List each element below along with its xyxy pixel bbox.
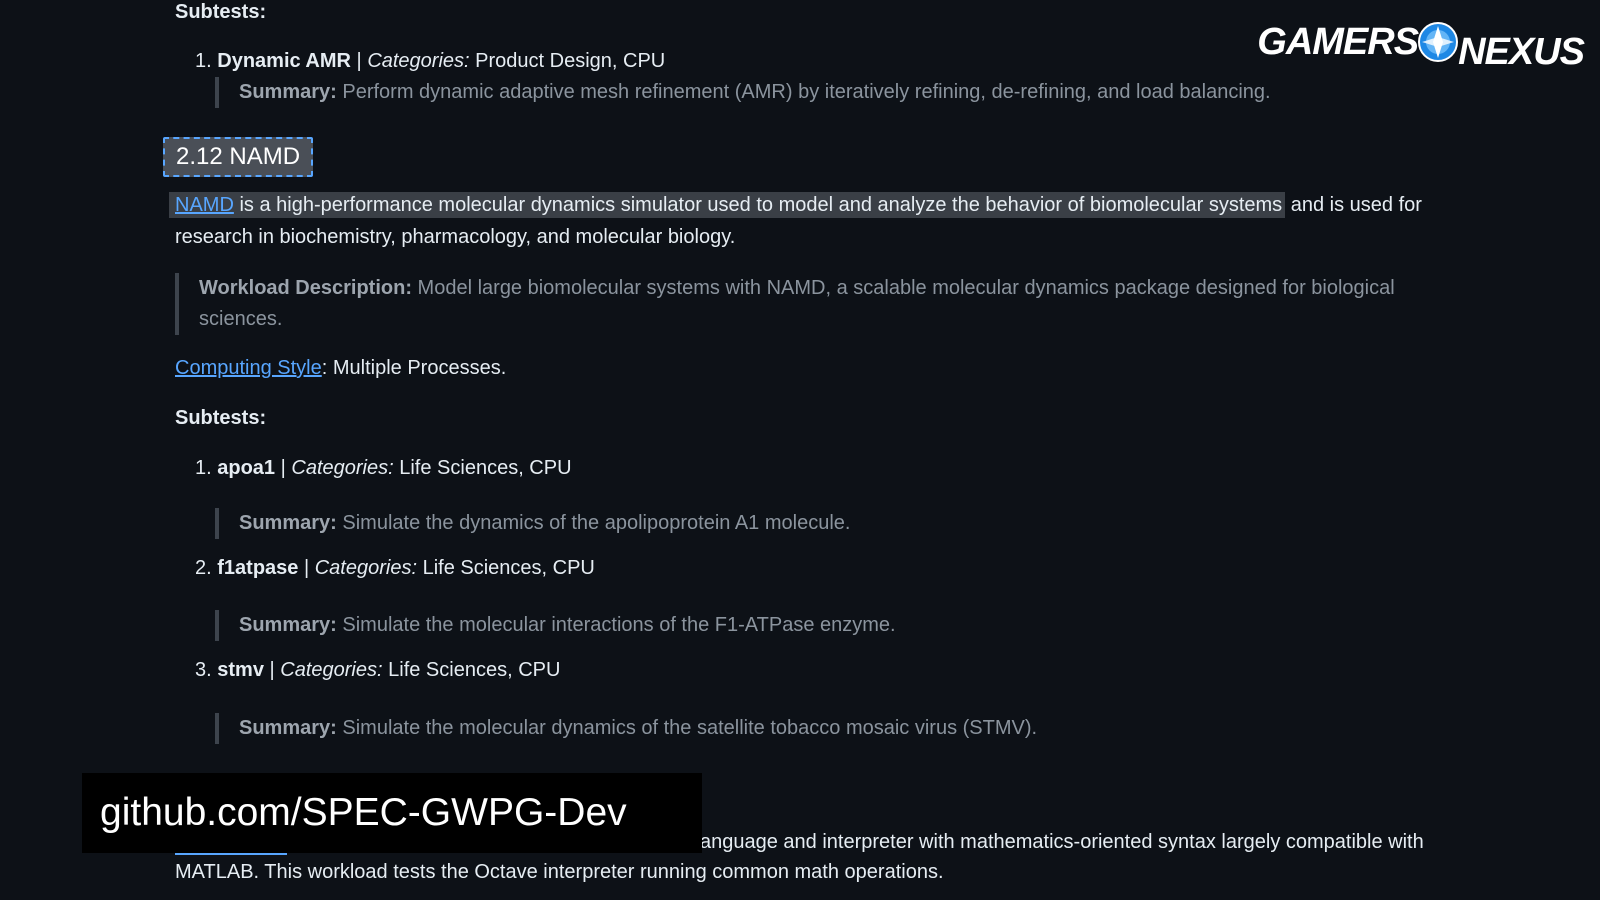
summary-label: Summary: — [239, 81, 337, 103]
summary-label: Summary: — [239, 717, 337, 739]
computing-style-value: : Multiple Processes. — [321, 357, 507, 379]
workload-line2: sciences. — [199, 308, 283, 330]
octave-link-underline[interactable] — [175, 853, 287, 855]
section-heading-namd[interactable]: 2.12 NAMD — [163, 137, 314, 177]
subtest-name: f1atpase — [217, 557, 299, 579]
categories-value: Life Sciences, CPU — [388, 659, 561, 681]
computing-style-line: Computing Style: Multiple Processes. — [175, 353, 506, 384]
workload-description-quote: Workload Description: Model large biomol… — [175, 273, 1435, 335]
list-number: 3. — [195, 659, 212, 681]
summary-text: Simulate the molecular interactions of t… — [342, 614, 896, 636]
intro-rest-text: and is used for — [1285, 194, 1422, 216]
separator: | — [356, 50, 362, 72]
subtest-item-stmv: 3. stmv | Categories: Life Sciences, CPU — [195, 655, 560, 686]
namd-link[interactable]: NAMD — [175, 194, 234, 216]
categories-label: Categories: — [314, 557, 418, 579]
summary-label: Summary: — [239, 614, 337, 636]
separator: | — [280, 457, 286, 479]
text-selection-highlight[interactable]: NAMD is a high-performance molecular dyn… — [169, 192, 1286, 218]
summary-quote: Summary: Simulate the molecular dynamics… — [215, 713, 1037, 744]
computing-style-link[interactable]: Computing Style — [175, 357, 322, 379]
page: Subtests: 1. Dynamic AMR | Categories: P… — [0, 0, 1600, 900]
categories-value: Product Design, CPU — [475, 50, 666, 72]
summary-quote: Summary: Simulate the molecular interact… — [215, 610, 896, 641]
subtest-item-dynamic-amr: 1. Dynamic AMR | Categories: Product Des… — [195, 46, 665, 77]
categories-value: Life Sciences, CPU — [399, 457, 572, 479]
subtests-heading-top: Subtests: — [175, 1, 267, 23]
logo-word-gamers: GAMERS — [1257, 20, 1419, 63]
list-number: 1. — [195, 457, 212, 479]
categories-label: Categories: — [291, 457, 394, 479]
workload-text: Model large biomolecular systems with NA… — [412, 277, 1395, 299]
summary-text: Simulate the dynamics of the apolipoprot… — [342, 512, 851, 534]
namd-intro-line2: research in biochemistry, pharmacology, … — [175, 226, 736, 248]
separator: | — [303, 557, 310, 579]
subtest-item-apoa1: 1. apoa1 | Categories: Life Sciences, CP… — [195, 453, 572, 484]
summary-label: Summary: — [239, 512, 337, 534]
octave-intro-line2: MATLAB. This workload tests the Octave i… — [175, 861, 944, 883]
github-url-banner: github.com/SPEC-GWPG-Dev — [82, 773, 702, 853]
workload-line1: Workload Description: Model large biomol… — [199, 273, 1435, 304]
octave-intro-line1: anguage and interpreter with mathematics… — [700, 831, 1424, 853]
categories-label: Categories: — [367, 50, 470, 72]
subtest-name: apoa1 — [217, 457, 276, 479]
summary-text: Perform dynamic adaptive mesh refinement… — [342, 81, 1271, 103]
subtest-name: stmv — [217, 659, 264, 681]
gamers-nexus-logo: GAMERS NEXUS — [1257, 14, 1585, 73]
summary-quote: Summary: Perform dynamic adaptive mesh r… — [215, 77, 1271, 108]
logo-word-nexus: NEXUS — [1458, 30, 1585, 73]
categories-label: Categories: — [280, 659, 383, 681]
logo-emblem-icon — [1418, 22, 1459, 62]
workload-label: Workload Description: — [199, 277, 412, 299]
namd-intro-line1: NAMD is a high-performance molecular dyn… — [169, 190, 1422, 221]
list-number: 2. — [195, 557, 212, 579]
separator: | — [269, 659, 275, 681]
intro-highlighted-text: is a high-performance molecular dynamics… — [233, 194, 1283, 216]
categories-value: Life Sciences, CPU — [422, 557, 595, 579]
subtests-heading: Subtests: — [175, 407, 267, 429]
subtest-name: Dynamic AMR — [217, 50, 351, 72]
subtest-item-f1atpase: 2. f1atpase | Categories: Life Sciences,… — [195, 553, 595, 584]
summary-quote: Summary: Simulate the dynamics of the ap… — [215, 508, 850, 539]
list-number: 1. — [195, 50, 212, 72]
summary-text: Simulate the molecular dynamics of the s… — [342, 717, 1038, 739]
